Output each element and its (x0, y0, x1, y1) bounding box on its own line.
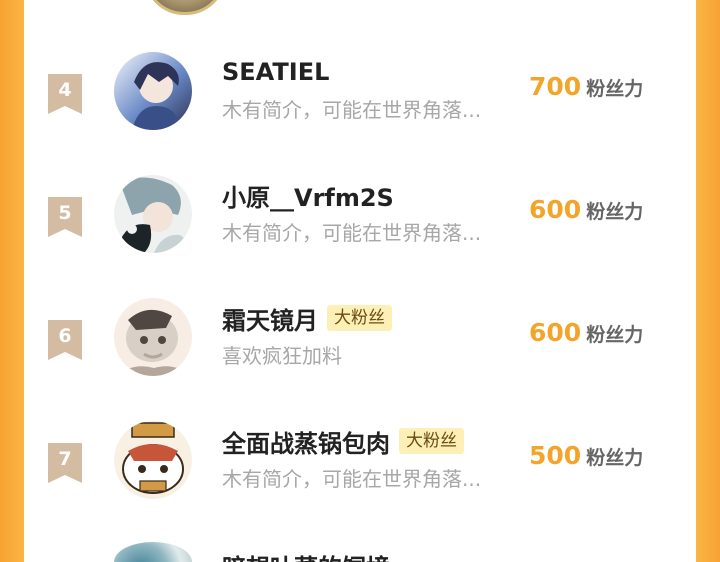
avatar-image (114, 175, 192, 253)
name-line: 小原__Vrfm2S (222, 178, 394, 213)
leaderboard-row[interactable]: 4 SEATIEL 木有简介，可能在世界角落... 700 粉丝力 (24, 52, 696, 142)
avatar-image (114, 421, 192, 499)
fan-power-unit: 粉丝力 (586, 447, 644, 469)
username[interactable]: SEATIEL (222, 58, 329, 86)
avatar-image (114, 298, 192, 376)
avatar[interactable] (114, 175, 192, 253)
username[interactable]: 霜天镜月 (222, 301, 318, 336)
avatar-image (114, 52, 192, 130)
name-line: 霜天镜月 大粉丝 (222, 301, 392, 336)
rank-badge: 6 (48, 320, 82, 360)
user-intro: 喜欢疯狂加料 (222, 344, 342, 368)
user-intro: 木有简介，可能在世界角落... (222, 467, 482, 491)
fan-level-badge: 大粉丝 (399, 428, 464, 454)
fan-power-value: 600 (529, 318, 582, 347)
username[interactable]: 全面战蒸锅包肉 (222, 424, 390, 459)
avatar[interactable] (114, 298, 192, 376)
fan-power-unit: 粉丝力 (586, 201, 644, 223)
leaderboard-row[interactable]: 6 霜天镜月 大粉丝 喜欢疯狂加料 600 粉丝力 (24, 298, 696, 388)
user-intro: 木有简介，可能在世界角落... (222, 221, 482, 245)
fan-level-badge: 大粉丝 (327, 305, 392, 331)
user-intro: 木有简介，可能在世界角落... (222, 98, 482, 122)
top-avatar-partial[interactable] (144, 0, 226, 15)
leaderboard-card: 4 SEATIEL 木有简介，可能在世界角落... 700 粉丝力 5 小原__… (24, 0, 696, 562)
fan-power: 500 粉丝力 (529, 441, 679, 470)
fan-power: 600 粉丝力 (529, 195, 679, 224)
username[interactable]: 小原__Vrfm2S (222, 178, 394, 213)
fan-power-unit: 粉丝力 (586, 324, 644, 346)
username-partial[interactable]: 暗想吐菜的饲境 (222, 548, 390, 562)
leaderboard-row[interactable]: 5 小原__Vrfm2S 木有简介，可能在世界角落... 600 粉丝力 (24, 175, 696, 265)
rank-badge: 4 (48, 74, 82, 114)
name-line: 全面战蒸锅包肉 大粉丝 (222, 424, 464, 459)
fan-power: 700 粉丝力 (529, 72, 679, 101)
fan-power-value: 500 (529, 441, 582, 470)
fan-power-value: 600 (529, 195, 582, 224)
fan-power-value: 700 (529, 72, 582, 101)
rank-badge: 5 (48, 197, 82, 237)
fan-power-unit: 粉丝力 (586, 78, 644, 100)
avatar[interactable] (114, 52, 192, 130)
rank-badge: 7 (48, 443, 82, 483)
fan-power: 600 粉丝力 (529, 318, 679, 347)
name-line: SEATIEL (222, 56, 329, 88)
avatar[interactable] (114, 421, 192, 499)
avatar-partial[interactable] (114, 542, 192, 562)
leaderboard-row[interactable]: 7 全面战蒸锅包肉 大粉丝 木有简介，可能在世界角落... 500 粉丝力 (24, 421, 696, 511)
